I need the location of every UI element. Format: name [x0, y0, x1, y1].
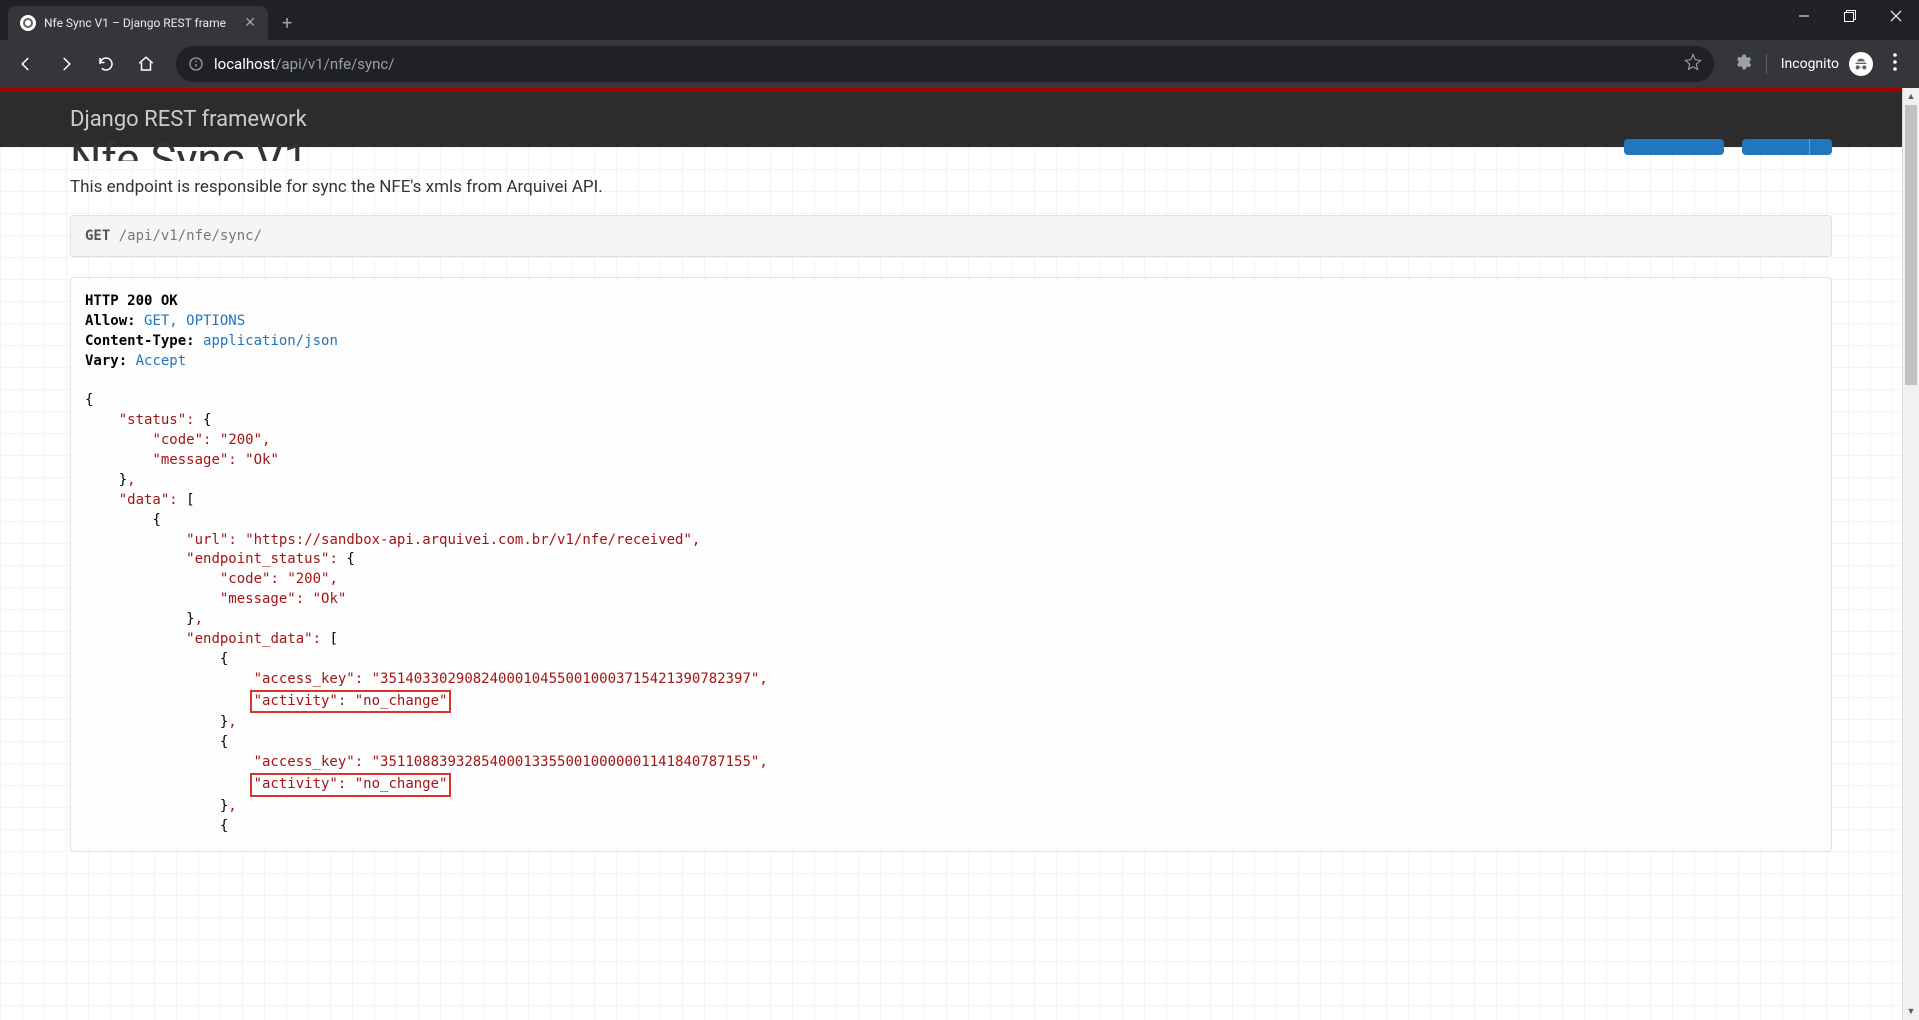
json-item1-access-key: "351403302908240001045500100037154213907… — [372, 671, 760, 687]
scrollbar[interactable]: ▲ ▼ — [1902, 88, 1919, 1020]
vary-value: Accept — [136, 353, 187, 369]
tab-favicon-icon — [20, 15, 36, 31]
json-data-url: "https://sandbox-api.arquivei.com.br/v1/… — [245, 532, 692, 548]
forward-button[interactable] — [48, 46, 84, 82]
url-text: localhost/api/v1/nfe/sync/ — [214, 55, 1674, 73]
toolbar-divider — [1766, 54, 1767, 74]
get-button[interactable] — [1742, 139, 1832, 155]
highlighted-activity-2: "activity": "no_change" — [250, 773, 452, 797]
tab-bar: Nfe Sync V1 – Django REST frame ✕ + — [0, 0, 1919, 40]
minimize-button[interactable] — [1781, 0, 1827, 32]
main-content: Nfe Sync V1 This endpoint is responsible… — [0, 147, 1902, 1020]
request-method: GET — [85, 228, 110, 244]
maximize-button[interactable] — [1827, 0, 1873, 32]
extension-gear-icon[interactable] — [1734, 53, 1752, 75]
allow-header-label: Allow: — [85, 313, 136, 329]
reload-button[interactable] — [88, 46, 124, 82]
scrollbar-up-icon[interactable]: ▲ — [1903, 88, 1919, 105]
close-window-button[interactable] — [1873, 0, 1919, 32]
address-bar[interactable]: localhost/api/v1/nfe/sync/ — [176, 46, 1714, 82]
vary-label: Vary: — [85, 353, 127, 369]
browser-menu-button[interactable] — [1887, 53, 1903, 75]
scrollbar-thumb[interactable] — [1905, 105, 1917, 385]
allow-header-value: GET, OPTIONS — [144, 313, 245, 329]
highlighted-activity-1: "activity": "no_change" — [250, 690, 452, 714]
new-tab-button[interactable]: + — [268, 6, 306, 40]
content-type-value: application/json — [203, 333, 338, 349]
tab-close-icon[interactable]: ✕ — [244, 15, 256, 31]
browser-chrome: Nfe Sync V1 – Django REST frame ✕ + — [0, 0, 1919, 88]
incognito-indicator[interactable]: Incognito — [1781, 52, 1873, 76]
request-line: GET /api/v1/nfe/sync/ — [70, 215, 1832, 257]
json-item1-activity: "no_change" — [355, 693, 448, 709]
home-button[interactable] — [128, 46, 164, 82]
back-button[interactable] — [8, 46, 44, 82]
content-type-label: Content-Type: — [85, 333, 195, 349]
site-info-icon[interactable] — [188, 56, 204, 72]
scrollbar-down-icon[interactable]: ▼ — [1903, 1003, 1919, 1020]
endpoint-description: This endpoint is responsible for sync th… — [70, 177, 1832, 197]
incognito-icon — [1849, 52, 1873, 76]
json-status-code: "200" — [220, 432, 262, 448]
bookmark-star-icon[interactable] — [1684, 53, 1702, 75]
browser-tab[interactable]: Nfe Sync V1 – Django REST frame ✕ — [8, 6, 268, 40]
json-item2-activity: "no_change" — [355, 776, 448, 792]
json-item2-access-key: "351108839328540001335500100000011418407… — [372, 754, 760, 770]
page-title: Nfe Sync V1 — [70, 133, 308, 161]
page-viewport: Django REST framework Nfe Sync V1 This e… — [0, 88, 1919, 1020]
incognito-label: Incognito — [1781, 56, 1839, 72]
json-status-message: "Ok" — [245, 452, 279, 468]
browser-toolbar: localhost/api/v1/nfe/sync/ Incognito — [0, 40, 1919, 88]
json-endpoint-code: "200" — [287, 571, 329, 587]
tab-title: Nfe Sync V1 – Django REST frame — [44, 16, 236, 30]
status-line: HTTP 200 OK — [85, 293, 178, 309]
request-path: /api/v1/nfe/sync/ — [119, 228, 262, 244]
brand-link[interactable]: Django REST framework — [70, 107, 307, 132]
options-button[interactable] — [1624, 139, 1724, 155]
json-endpoint-message: "Ok" — [313, 591, 347, 607]
response-body: HTTP 200 OK Allow: GET, OPTIONS Content-… — [70, 277, 1832, 852]
